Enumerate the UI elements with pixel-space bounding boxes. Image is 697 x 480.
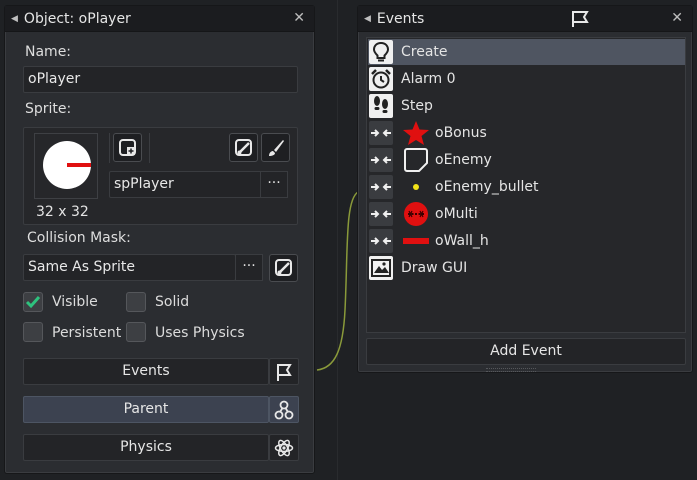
edit-mask-icon [274,259,292,276]
flag-icon [277,363,292,381]
star-icon [401,120,431,146]
edit-image-button[interactable] [261,133,290,162]
collision-icon [369,229,393,253]
physics-side-button[interactable] [269,434,299,461]
resize-grip[interactable] [486,368,536,372]
visible-checkbox[interactable] [23,292,43,312]
connection-curve [316,191,359,371]
event-item-obonus[interactable]: oBonus [368,120,685,146]
event-label: oWall_h [435,233,489,249]
persistent-checkbox[interactable] [23,322,43,342]
event-item-omulti[interactable]: oMulti [368,201,685,227]
sprite-placeholder-icon [401,147,431,173]
add-event-button[interactable]: Add Event [366,338,686,365]
uses-physics-checkbox[interactable] [126,322,146,342]
event-item-step[interactable]: Step [368,93,685,119]
events-panel-title: Events [376,10,425,27]
event-label: Draw GUI [401,260,468,276]
collision-icon [369,148,393,172]
lightbulb-icon [369,40,393,64]
persistent-label: Persistent [52,325,122,341]
flag-icon [570,10,590,32]
event-label: oEnemy_bullet [435,179,539,195]
collision-mask-field[interactable]: Same As Sprite [23,254,236,281]
name-input[interactable]: oPlayer [23,66,298,93]
event-label: oEnemy [435,152,492,168]
object-panel-title: Object: oPlayer [23,10,131,27]
events-side-button[interactable] [269,358,299,385]
sprite-thumbnail-icon [43,141,91,189]
sprite-size: 32 x 32 [36,204,89,220]
event-label: oMulti [435,206,478,222]
close-icon[interactable]: ✕ [671,10,683,26]
hierarchy-icon [274,400,294,419]
new-sprite-icon [118,138,136,156]
checkmark-icon [25,296,41,309]
object-panel: ◀ Object: oPlayer ✕ Name: oPlayer Sprite… [4,5,315,474]
divider [149,133,150,163]
collapse-triangle-icon[interactable]: ◀ [364,14,371,24]
sprite-preview[interactable] [34,133,98,199]
visible-label: Visible [52,294,98,310]
event-item-alarm-0[interactable]: Alarm 0 [368,66,685,92]
collision-mask-label: Collision Mask: [27,230,131,246]
event-item-oenemy[interactable]: oEnemy [368,147,685,173]
event-item-owall-h[interactable]: oWall_h [368,228,685,254]
event-label: Alarm 0 [401,71,456,87]
alarm-clock-icon [369,67,393,91]
solid-label: Solid [155,294,190,310]
physics-button[interactable]: Physics [23,434,269,461]
collision-icon [369,202,393,226]
collision-icon [369,121,393,145]
collapse-triangle-icon[interactable]: ◀ [11,14,18,24]
edit-mask-button[interactable] [269,254,298,282]
edit-sprite-icon [234,138,252,156]
name-label: Name: [25,44,72,60]
sprite-label: Sprite: [25,101,72,117]
collision-mask-browse-button[interactable]: ··· [235,254,263,281]
sprite-box: 32 x 32 spPlayer ··· [23,127,298,225]
events-panel-header[interactable]: ◀ Events ✕ [358,6,692,32]
wall-bar-icon [401,228,431,254]
sprite-browse-button[interactable]: ··· [260,171,288,198]
event-item-oenemy-bullet[interactable]: oEnemy_bullet [368,174,685,200]
event-item-create[interactable]: Create [368,39,685,65]
events-button[interactable]: Events [23,358,269,385]
event-label: Create [401,44,448,60]
atom-icon [274,439,294,456]
edit-sprite-button[interactable] [229,133,258,162]
footsteps-icon [369,94,393,118]
events-list: Create Alarm 0 Step oBonus oEnemy oEnemy… [366,37,686,333]
new-sprite-button[interactable] [113,133,142,162]
divider [109,133,110,163]
parent-button[interactable]: Parent [23,396,269,423]
events-panel: ◀ Events ✕ Create Alarm 0 Step oBonus oE… [357,5,693,373]
parent-side-button[interactable] [269,396,299,423]
red-ball-icon [401,201,431,227]
uses-physics-label: Uses Physics [155,325,245,341]
solid-checkbox[interactable] [126,292,146,312]
paintbrush-icon [268,139,284,156]
event-label: oBonus [435,125,487,141]
sprite-name-field[interactable]: spPlayer [109,171,261,198]
event-label: Step [401,98,433,114]
object-panel-header[interactable]: ◀ Object: oPlayer ✕ [5,6,314,32]
event-item-draw-gui[interactable]: Draw GUI [368,255,685,281]
collision-icon [369,175,393,199]
draw-gui-icon [369,256,393,280]
close-icon[interactable]: ✕ [293,10,305,26]
bullet-dot-icon [401,174,431,200]
